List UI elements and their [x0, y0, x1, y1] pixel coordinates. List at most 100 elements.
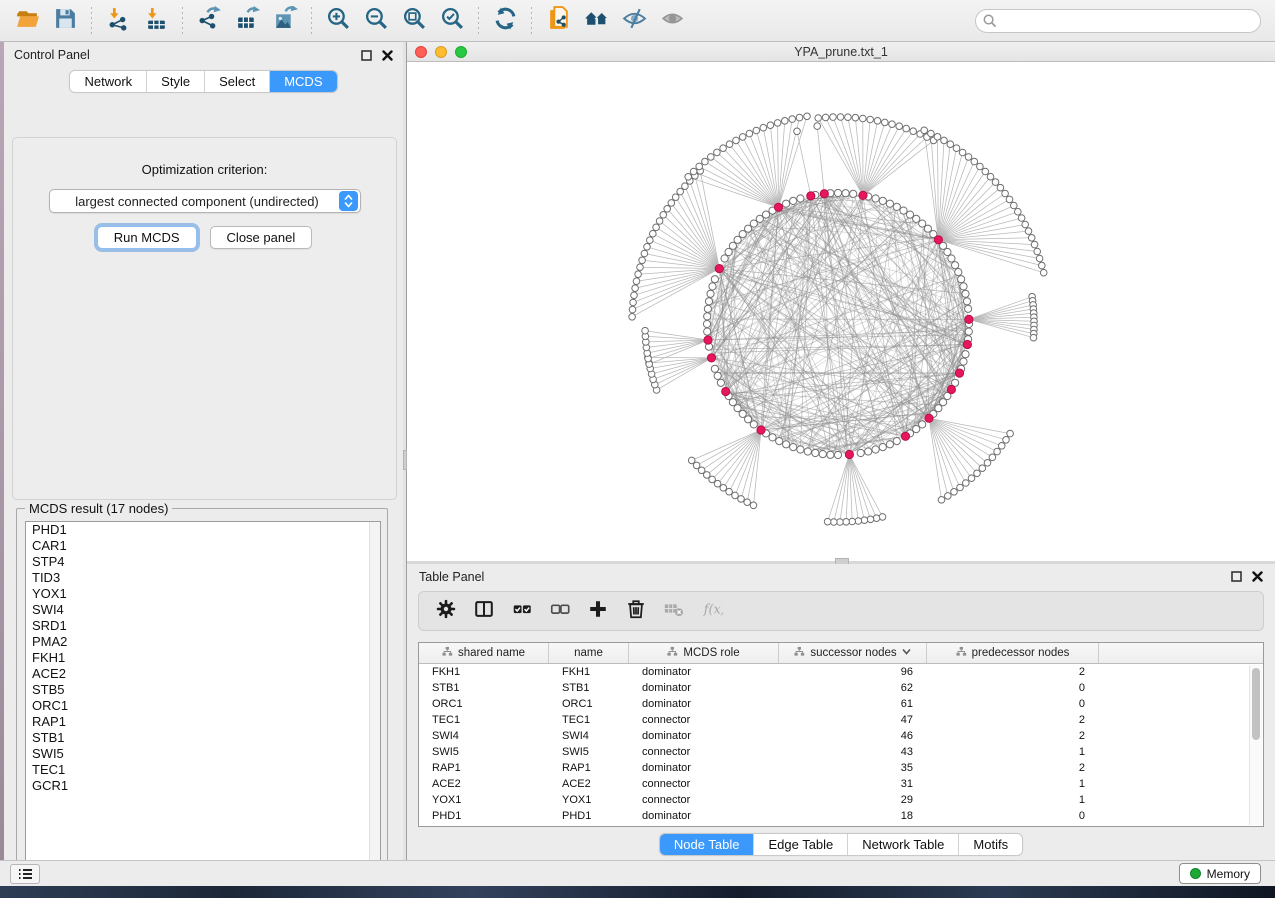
table-scrollbar[interactable]: [1249, 665, 1262, 825]
apply-layout-button[interactable]: [486, 4, 524, 38]
mcds-result-item[interactable]: STB1: [26, 730, 380, 746]
close-table-panel-icon[interactable]: [1252, 571, 1263, 582]
float-table-panel-icon[interactable]: [1231, 571, 1242, 582]
table-row[interactable]: TEC1TEC1connector472: [419, 712, 1263, 728]
table-cell: ACE2: [549, 778, 629, 790]
table-cell: 35: [779, 762, 927, 774]
mcds-result-item[interactable]: TEC1: [26, 762, 380, 778]
zoom-fit-button[interactable]: [395, 4, 433, 38]
delete-column-button[interactable]: [619, 595, 653, 627]
toolbar-separator: [311, 7, 312, 35]
select-all-rows-button[interactable]: [505, 595, 539, 627]
tab-mcds[interactable]: MCDS: [270, 71, 336, 92]
mcds-node: [925, 414, 933, 422]
mcds-result-item[interactable]: GCR1: [26, 778, 380, 794]
table-cell: SWI4: [419, 730, 549, 742]
mcds-result-item[interactable]: FKH1: [26, 650, 380, 666]
tab-edge-table[interactable]: Edge Table: [754, 834, 848, 855]
column-header-MCDS-role[interactable]: MCDS role: [629, 643, 779, 663]
mcds-result-item[interactable]: PHD1: [26, 522, 380, 538]
run-mcds-button[interactable]: Run MCDS: [97, 226, 197, 249]
tab-node-table[interactable]: Node Table: [660, 834, 755, 855]
mcds-result-item[interactable]: SWI5: [26, 746, 380, 762]
toolbar-separator: [478, 7, 479, 35]
table-row[interactable]: FKH1FKH1dominator962: [419, 664, 1263, 680]
control-panel-header: Control Panel: [4, 42, 403, 68]
column-header-name[interactable]: name: [549, 643, 629, 663]
column-header-predecessor-nodes[interactable]: predecessor nodes: [927, 643, 1099, 663]
table-row[interactable]: RAP1RAP1dominator352: [419, 760, 1263, 776]
export-network-button[interactable]: [190, 4, 228, 38]
network-document-button[interactable]: [539, 4, 577, 38]
close-panel-icon[interactable]: [382, 50, 393, 61]
column-header-shared-name[interactable]: shared name: [419, 643, 549, 663]
import-network-button[interactable]: [99, 4, 137, 38]
mcds-result-item[interactable]: ORC1: [26, 698, 380, 714]
import-table-button[interactable]: [137, 4, 175, 38]
network-canvas[interactable]: [407, 62, 1275, 560]
home-button[interactable]: [577, 4, 615, 38]
mcds-result-item[interactable]: PMA2: [26, 634, 380, 650]
tab-network[interactable]: Network: [70, 71, 147, 92]
export-image-button[interactable]: [266, 4, 304, 38]
tab-network-table[interactable]: Network Table: [848, 834, 959, 855]
table-row[interactable]: SWI4SWI4dominator462: [419, 728, 1263, 744]
mcds-result-item[interactable]: YOX1: [26, 586, 380, 602]
mcds-list-scrollbar[interactable]: [369, 522, 380, 875]
column-settings-button[interactable]: [429, 595, 463, 627]
network-window-title: YPA_prune.txt_1: [407, 45, 1275, 59]
mcds-result-item[interactable]: STP4: [26, 554, 380, 570]
zoom-out-button[interactable]: [357, 4, 395, 38]
mcds-result-item[interactable]: RAP1: [26, 714, 380, 730]
close-panel-button[interactable]: Close panel: [210, 226, 313, 249]
table-row[interactable]: STB1STB1dominator620: [419, 680, 1263, 696]
save-session-button[interactable]: [46, 4, 84, 38]
table-cell: connector: [629, 746, 779, 758]
zoom-in-button[interactable]: [319, 4, 357, 38]
table-panel-header: Table Panel: [407, 564, 1275, 589]
column-header-label: name: [574, 647, 603, 659]
table-scrollbar-thumb[interactable]: [1252, 668, 1260, 740]
show-annotations-button: [653, 4, 691, 38]
hide-annotations-button[interactable]: [615, 4, 653, 38]
search-input[interactable]: [975, 9, 1261, 33]
table-cell: 43: [779, 746, 927, 758]
toggle-column-display-button[interactable]: [467, 595, 501, 627]
mcds-node: [947, 385, 955, 393]
mcds-result-item[interactable]: CAR1: [26, 538, 380, 554]
tab-motifs[interactable]: Motifs: [959, 834, 1022, 855]
eye-gray-icon: [660, 6, 685, 36]
table-row[interactable]: SWI5SWI5connector431: [419, 744, 1263, 760]
mcds-result-item[interactable]: STB5: [26, 682, 380, 698]
mcds-node: [807, 192, 815, 200]
open-file-button[interactable]: [8, 4, 46, 38]
mcds-result-item[interactable]: TID3: [26, 570, 380, 586]
export-network-icon: [197, 6, 222, 36]
table-row[interactable]: ACE2ACE2connector311: [419, 776, 1263, 792]
memory-button[interactable]: Memory: [1179, 863, 1261, 884]
tab-select[interactable]: Select: [205, 71, 270, 92]
task-history-button[interactable]: [10, 864, 40, 884]
column-header-successor-nodes[interactable]: successor nodes: [779, 643, 927, 663]
zoom-selected-button[interactable]: [433, 4, 471, 38]
table-tabs: Node TableEdge TableNetwork TableMotifs: [407, 833, 1275, 856]
mcds-panel: Optimization criterion: largest connecte…: [12, 137, 397, 500]
desktop-wallpaper-strip: [0, 886, 1275, 898]
mcds-result-item[interactable]: SRD1: [26, 618, 380, 634]
table-cell: dominator: [629, 698, 779, 710]
create-column-button[interactable]: [581, 595, 615, 627]
column-header-filler: [1099, 643, 1263, 663]
column-header-label: shared name: [458, 647, 525, 659]
mcds-result-item[interactable]: ACE2: [26, 666, 380, 682]
export-table-button[interactable]: [228, 4, 266, 38]
float-panel-icon[interactable]: [361, 50, 372, 61]
tab-style[interactable]: Style: [147, 71, 205, 92]
mcds-result-list[interactable]: PHD1CAR1STP4TID3YOX1SWI4SRD1PMA2FKH1ACE2…: [25, 521, 381, 876]
table-row[interactable]: ORC1ORC1dominator610: [419, 696, 1263, 712]
main-toolbar: [0, 0, 1275, 42]
deselect-all-rows-button[interactable]: [543, 595, 577, 627]
table-row[interactable]: PHD1PHD1dominator180: [419, 808, 1263, 824]
mcds-result-item[interactable]: SWI4: [26, 602, 380, 618]
criterion-dropdown[interactable]: largest connected component (undirected): [49, 189, 361, 213]
table-row[interactable]: YOX1YOX1connector291: [419, 792, 1263, 808]
